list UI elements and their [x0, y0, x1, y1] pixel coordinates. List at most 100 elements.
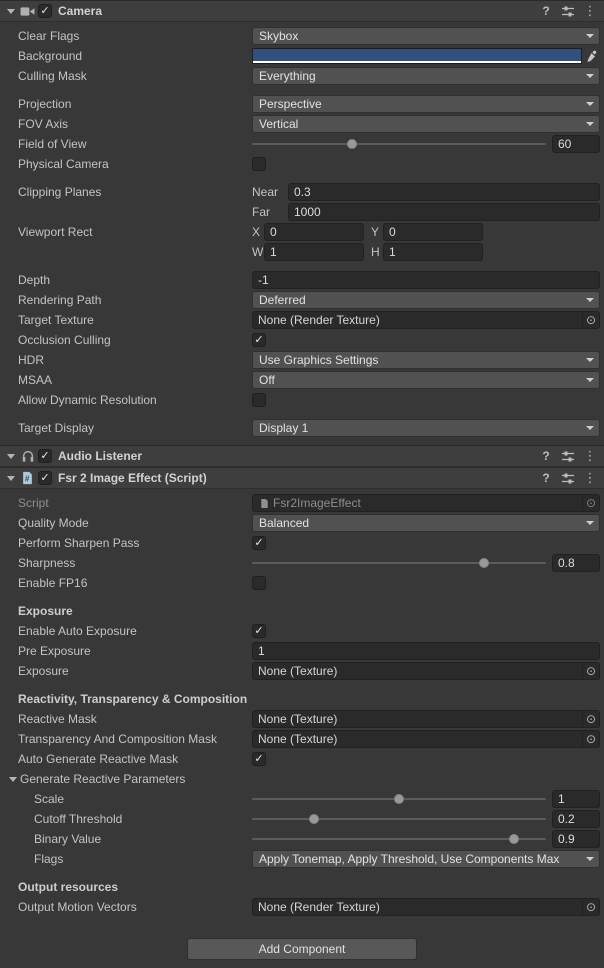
slider-handle[interactable]	[479, 558, 489, 568]
field-value: -1	[258, 273, 269, 287]
foldout-arrow-icon[interactable]	[4, 5, 17, 18]
camera-icon	[19, 3, 36, 19]
transparency-mask-field[interactable]: None (Texture) ⊙	[252, 730, 600, 748]
binary-value-input[interactable]: 0.9	[552, 830, 600, 848]
transparency-mask-label: Transparency And Composition Mask	[18, 732, 252, 746]
slider-handle[interactable]	[309, 814, 319, 824]
fov-axis-dropdown[interactable]: Vertical	[252, 115, 600, 133]
slider-handle[interactable]	[394, 794, 404, 804]
hdr-label: HDR	[18, 353, 252, 367]
rendering-path-dropdown[interactable]: Deferred	[252, 291, 600, 309]
reactive-mask-field[interactable]: None (Texture) ⊙	[252, 710, 600, 728]
audio-listener-component-header[interactable]: ✓ Audio Listener ? ⋮	[0, 445, 604, 467]
exposure-field[interactable]: None (Texture) ⊙	[252, 662, 600, 680]
reactive-mask-label: Reactive Mask	[18, 712, 252, 726]
clear-flags-dropdown[interactable]: Skybox	[252, 27, 600, 45]
occlusion-culling-checkbox[interactable]: ✓	[252, 333, 266, 347]
object-picker-icon[interactable]: ⊙	[582, 312, 599, 328]
presets-icon[interactable]	[560, 3, 576, 19]
msaa-dropdown[interactable]: Off	[252, 371, 600, 389]
enable-auto-exposure-checkbox[interactable]: ✓	[252, 624, 266, 638]
target-display-dropdown[interactable]: Display 1	[252, 419, 600, 437]
more-menu-icon[interactable]: ⋮	[582, 470, 598, 486]
svg-text:#: #	[25, 475, 30, 484]
fsr2-component-header[interactable]: # ✓ Fsr 2 Image Effect (Script) ? ⋮	[0, 467, 604, 489]
scale-input[interactable]: 1	[552, 790, 600, 808]
scale-row: Scale 1	[0, 790, 600, 808]
culling-mask-dropdown[interactable]: Everything	[252, 67, 600, 85]
allow-dynamic-resolution-checkbox[interactable]	[252, 393, 266, 407]
fsr2-enabled-checkbox[interactable]: ✓	[38, 471, 52, 485]
binary-value-row: Binary Value 0.9	[0, 830, 600, 848]
more-menu-icon[interactable]: ⋮	[582, 3, 598, 19]
viewport-h-input[interactable]: 1	[383, 243, 483, 261]
occlusion-culling-label: Occlusion Culling	[18, 333, 252, 347]
object-picker-icon[interactable]: ⊙	[582, 663, 599, 679]
foldout-arrow-icon[interactable]	[6, 773, 19, 786]
quality-mode-dropdown[interactable]: Balanced	[252, 514, 600, 532]
field-value: 1	[558, 792, 565, 806]
auto-generate-reactive-mask-checkbox[interactable]: ✓	[252, 752, 266, 766]
pre-exposure-input[interactable]: 1	[252, 642, 600, 660]
far-input[interactable]: 1000	[288, 203, 600, 221]
field-of-view-label: Field of View	[18, 137, 252, 151]
cutoff-threshold-label: Cutoff Threshold	[18, 812, 252, 826]
presets-icon[interactable]	[560, 448, 576, 464]
target-texture-field[interactable]: None (Render Texture) ⊙	[252, 311, 600, 329]
foldout-arrow-icon[interactable]	[4, 472, 17, 485]
audio-listener-enabled-checkbox[interactable]: ✓	[38, 449, 52, 463]
help-icon[interactable]: ?	[538, 470, 554, 486]
audio-listener-title: Audio Listener	[58, 449, 142, 463]
y-label: Y	[371, 225, 383, 239]
camera-component-header[interactable]: ✓ Camera ? ⋮	[0, 0, 604, 22]
projection-dropdown[interactable]: Perspective	[252, 95, 600, 113]
presets-icon[interactable]	[560, 470, 576, 486]
near-input[interactable]: 0.3	[288, 183, 600, 201]
auto-generate-reactive-mask-row: Auto Generate Reactive Mask ✓	[0, 750, 600, 768]
help-icon[interactable]: ?	[538, 448, 554, 464]
enable-fp16-checkbox[interactable]	[252, 576, 266, 590]
rendering-path-row: Rendering Path Deferred	[0, 291, 600, 309]
flags-dropdown[interactable]: Apply Tonemap, Apply Threshold, Use Comp…	[252, 850, 600, 868]
field-value: 1	[270, 245, 277, 259]
perform-sharpen-pass-checkbox[interactable]: ✓	[252, 536, 266, 550]
dropdown-value: Everything	[259, 69, 316, 83]
hdr-dropdown[interactable]: Use Graphics Settings	[252, 351, 600, 369]
foldout-arrow-icon[interactable]	[4, 450, 17, 463]
slider-track	[252, 143, 546, 145]
add-component-button[interactable]: Add Component	[187, 938, 417, 960]
generate-reactive-parameters-label: Generate Reactive Parameters	[20, 772, 185, 786]
object-picker-icon[interactable]: ⊙	[582, 731, 599, 747]
binary-value-slider[interactable]	[252, 830, 546, 848]
viewport-x-input[interactable]: 0	[264, 223, 364, 241]
chevron-down-icon	[586, 74, 594, 78]
output-motion-vectors-row: Output Motion Vectors None (Render Textu…	[0, 898, 600, 916]
sharpness-slider[interactable]	[252, 554, 546, 572]
exposure-section-row: Exposure	[0, 602, 600, 620]
output-motion-vectors-field[interactable]: None (Render Texture) ⊙	[252, 898, 600, 916]
object-picker-icon[interactable]: ⊙	[582, 711, 599, 727]
field-of-view-input[interactable]: 60	[552, 135, 600, 153]
object-picker-icon[interactable]: ⊙	[582, 495, 599, 511]
slider-handle[interactable]	[509, 834, 519, 844]
cutoff-threshold-input[interactable]: 0.2	[552, 810, 600, 828]
cutoff-threshold-slider[interactable]	[252, 810, 546, 828]
hdr-row: HDR Use Graphics Settings	[0, 351, 600, 369]
viewport-y-input[interactable]: 0	[383, 223, 483, 241]
depth-input[interactable]: -1	[252, 271, 600, 289]
reactivity-section-title: Reactivity, Transparency & Composition	[18, 692, 247, 706]
object-picker-icon[interactable]: ⊙	[582, 899, 599, 915]
sharpness-input[interactable]: 0.8	[552, 554, 600, 572]
slider-handle[interactable]	[347, 139, 357, 149]
object-value: None (Render Texture)	[258, 313, 380, 327]
field-of-view-slider[interactable]	[252, 135, 546, 153]
help-icon[interactable]: ?	[538, 3, 554, 19]
background-color-field[interactable]	[252, 48, 582, 64]
clear-flags-label: Clear Flags	[18, 29, 252, 43]
more-menu-icon[interactable]: ⋮	[582, 448, 598, 464]
physical-camera-checkbox[interactable]	[252, 157, 266, 171]
viewport-w-input[interactable]: 1	[264, 243, 364, 261]
scale-slider[interactable]	[252, 790, 546, 808]
camera-enabled-checkbox[interactable]: ✓	[38, 4, 52, 18]
eyedropper-icon[interactable]	[584, 48, 600, 64]
